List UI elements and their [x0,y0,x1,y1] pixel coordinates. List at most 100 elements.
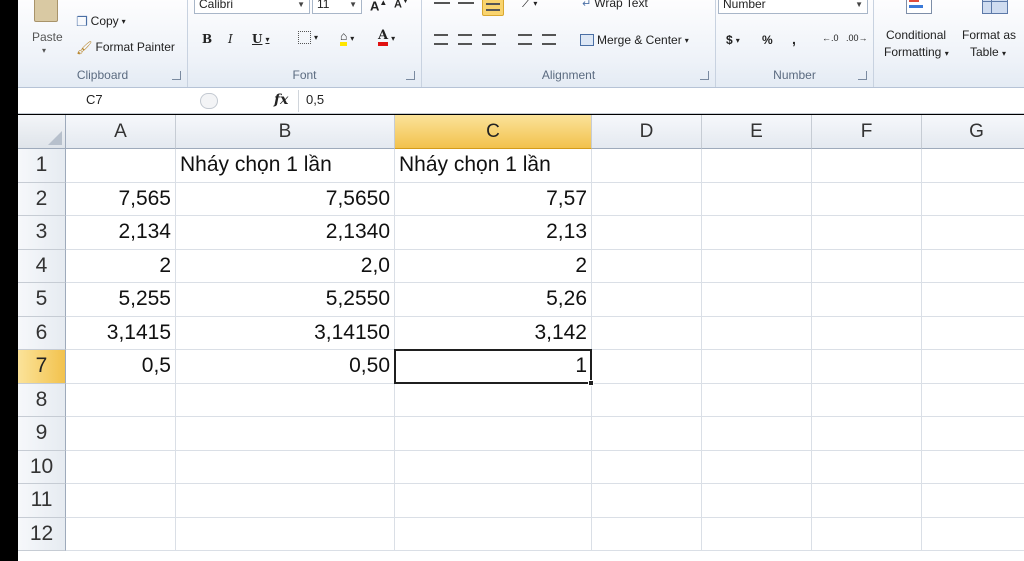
column-header-f[interactable]: F [812,115,922,149]
cell-a5[interactable]: 5,255 [66,283,176,317]
cell-f11[interactable] [812,484,922,518]
cell-e6[interactable] [702,316,812,350]
cell-f2[interactable] [812,182,922,216]
row-header-6[interactable]: 6 [18,316,66,350]
cell-e12[interactable] [702,517,812,551]
cell-b3[interactable]: 2,1340 [176,216,395,250]
cell-g12[interactable] [922,518,1024,551]
column-header-g[interactable]: G [922,115,1024,149]
fill-color-button[interactable]: ⌂ ▾ [340,30,354,46]
cell-e7[interactable] [702,350,812,384]
currency-button[interactable]: $ ▾ [726,33,740,47]
cell-g6[interactable] [922,317,1024,350]
cell-d2[interactable] [592,182,702,216]
column-header-d[interactable]: D [592,115,702,149]
decrease-font-size-button[interactable]: A▼ [394,0,409,11]
row-header-2[interactable]: 2 [18,182,66,216]
row-header-8[interactable]: 8 [18,383,66,417]
decrease-indent-button[interactable] [518,34,532,45]
copy-button[interactable]: ❐ Copy ▾ [76,14,126,28]
cell-d3[interactable] [592,216,702,250]
underline-button[interactable]: U ▾ [252,32,269,46]
cell-a12[interactable] [66,517,176,551]
cell-f1[interactable] [812,149,922,183]
row-header-11[interactable]: 11 [18,484,66,518]
cell-e2[interactable] [702,182,812,216]
row-header-10[interactable]: 10 [18,450,66,484]
cell-g8[interactable] [922,384,1024,417]
cell-a6[interactable]: 3,1415 [66,316,176,350]
row-header-12[interactable]: 12 [18,517,66,551]
cell-a11[interactable] [66,484,176,518]
cell-a10[interactable] [66,450,176,484]
name-box[interactable]: C7 ▼ [22,91,212,111]
cell-g2[interactable] [922,183,1024,216]
cell-d11[interactable] [592,484,702,518]
cell-g10[interactable] [922,451,1024,484]
cell-d1[interactable] [592,149,702,183]
cell-c7[interactable]: 1 [395,350,592,384]
cell-g3[interactable] [922,216,1024,250]
cell-d5[interactable] [592,283,702,317]
cell-f9[interactable] [812,417,922,451]
cell-g7[interactable] [922,350,1024,384]
select-all-button[interactable] [18,115,66,149]
align-right-button[interactable] [482,34,496,45]
font-size-select[interactable]: 11 ▼ [312,0,362,14]
cell-b5[interactable]: 5,2550 [176,283,395,317]
align-left-button[interactable] [434,34,448,45]
cell-c6[interactable]: 3,142 [395,316,592,350]
cell-c2[interactable]: 7,57 [395,182,592,216]
cell-c8[interactable] [395,383,592,417]
format-as-table-button[interactable]: Format as Table ▾ [960,0,1024,66]
column-header-c[interactable]: C [395,115,592,149]
cell-c12[interactable] [395,517,592,551]
cell-d10[interactable] [592,450,702,484]
cell-a3[interactable]: 2,134 [66,216,176,250]
cell-e8[interactable] [702,383,812,417]
cell-g9[interactable] [922,417,1024,451]
number-dialog-launcher[interactable] [858,71,867,80]
row-header-7[interactable]: 7 [18,350,66,384]
wrap-text-button[interactable]: ↵ Wrap Text [582,0,648,10]
row-header-9[interactable]: 9 [18,417,66,451]
cell-f4[interactable] [812,249,922,283]
cell-g4[interactable] [922,250,1024,283]
cell-b8[interactable] [176,383,395,417]
row-header-4[interactable]: 4 [18,249,66,283]
column-header-b[interactable]: B [176,115,395,149]
row-header-5[interactable]: 5 [18,283,66,317]
cell-d9[interactable] [592,417,702,451]
increase-indent-button[interactable] [542,34,556,45]
format-painter-button[interactable]: 🖌 Format Painter [76,40,175,54]
font-dialog-launcher[interactable] [406,71,415,80]
cell-b11[interactable] [176,484,395,518]
cell-f8[interactable] [812,383,922,417]
cell-a4[interactable]: 2 [66,249,176,283]
cell-b12[interactable] [176,517,395,551]
conditional-formatting-button[interactable]: Conditional Formatting ▾ [880,0,958,66]
cell-f5[interactable] [812,283,922,317]
cell-b1[interactable]: Nháy chọn 1 lần [176,149,395,183]
cell-g5[interactable] [922,283,1024,317]
cell-d12[interactable] [592,517,702,551]
cell-c5[interactable]: 5,26 [395,283,592,317]
cell-d6[interactable] [592,316,702,350]
row-header-3[interactable]: 3 [18,216,66,250]
decrease-decimal-button[interactable]: .00→ [846,33,868,43]
percent-button[interactable]: % [762,33,773,47]
increase-decimal-button[interactable]: ←.0 [822,33,839,43]
cell-b10[interactable] [176,450,395,484]
cell-f6[interactable] [812,316,922,350]
cell-d7[interactable] [592,350,702,384]
cell-c4[interactable]: 2 [395,249,592,283]
column-header-e[interactable]: E [702,115,812,149]
cell-f3[interactable] [812,216,922,250]
cell-e3[interactable] [702,216,812,250]
cell-a2[interactable]: 7,565 [66,182,176,216]
cell-g11[interactable] [922,484,1024,518]
cell-b4[interactable]: 2,0 [176,249,395,283]
align-middle-button[interactable] [458,0,474,4]
alignment-dialog-launcher[interactable] [700,71,709,80]
cell-b6[interactable]: 3,14150 [176,316,395,350]
